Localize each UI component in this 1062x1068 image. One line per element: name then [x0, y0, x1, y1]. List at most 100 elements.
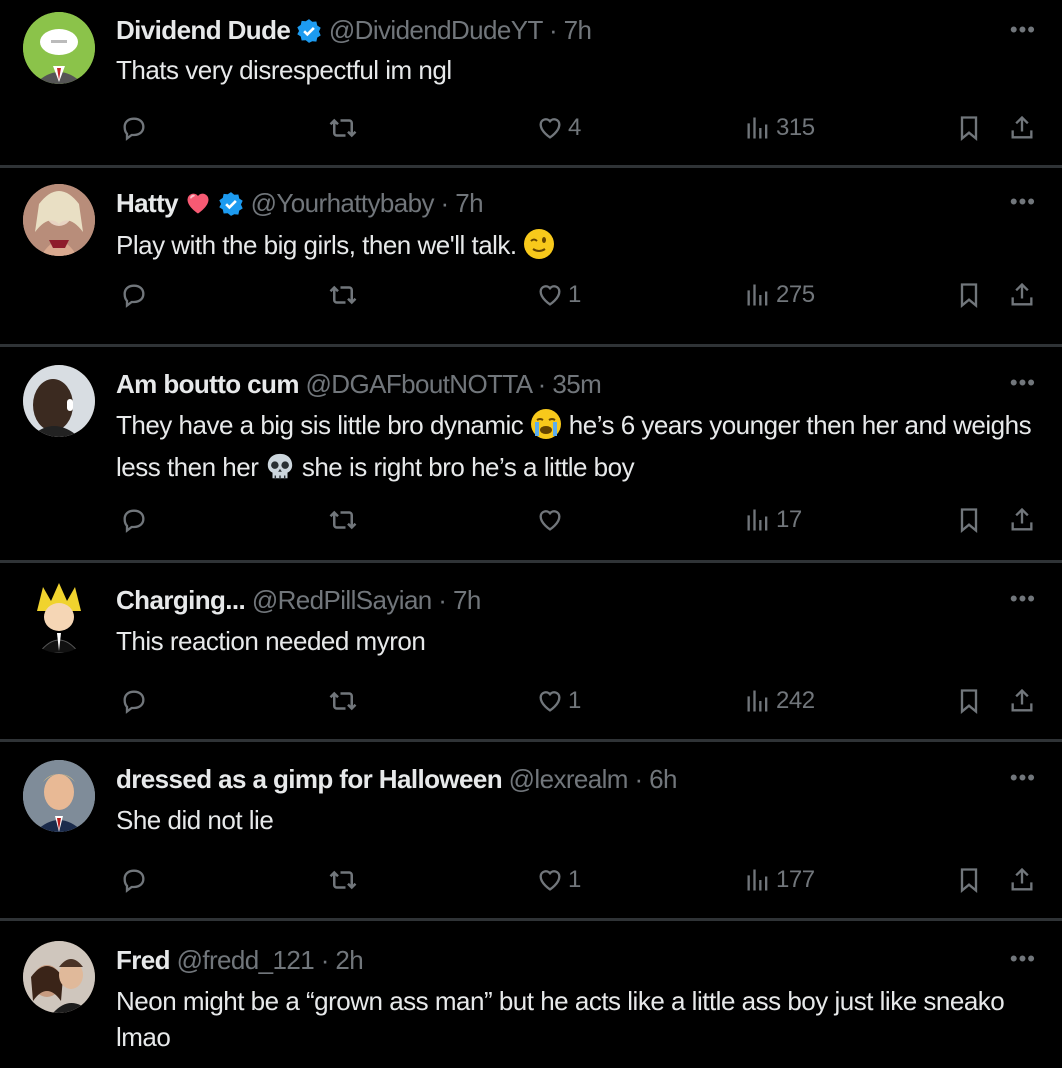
more-icon[interactable]: •••: [1010, 588, 1036, 610]
handle-timestamp[interactable]: @DGAFboutNOTTA · 35m: [305, 369, 601, 399]
bookmark-icon: [955, 114, 983, 142]
like-button[interactable]: 1: [536, 860, 581, 900]
like-count: 1: [568, 281, 581, 308]
display-name[interactable]: dressed as a gimp for Halloween: [116, 764, 503, 794]
verified-badge-icon: [296, 18, 322, 51]
views-button[interactable]: 177: [744, 860, 815, 900]
reply-button[interactable]: [120, 860, 148, 900]
tweet[interactable]: Hatty @Yourhattybaby · 7h ••• Play with …: [0, 168, 1062, 347]
avatar[interactable]: [23, 941, 95, 1013]
like-button[interactable]: [536, 500, 568, 540]
avatar[interactable]: [23, 365, 95, 437]
reply-feed: Dividend Dude @DividendDudeYT · 7h ••• T…: [0, 0, 1062, 1068]
more-icon[interactable]: •••: [1010, 372, 1036, 394]
retweet-button[interactable]: [328, 275, 358, 315]
tweet-header: dressed as a gimp for Halloween @lexreal…: [116, 763, 1002, 795]
like-icon: [536, 687, 564, 715]
retweet-button[interactable]: [328, 500, 358, 540]
retweet-icon: [328, 280, 358, 310]
reply-icon: [120, 114, 148, 142]
reply-button[interactable]: [120, 681, 148, 721]
display-name[interactable]: Am boutto cum: [116, 369, 299, 399]
views-button[interactable]: 17: [744, 500, 802, 540]
tweet-actions: 4 315: [0, 108, 1062, 148]
tweet-header: Am boutto cum @DGAFboutNOTTA · 35m: [116, 368, 1002, 400]
share-button[interactable]: [1008, 681, 1036, 721]
retweet-button[interactable]: [328, 108, 358, 148]
view-count: 177: [776, 866, 815, 893]
views-button[interactable]: 275: [744, 275, 815, 315]
view-count: 315: [776, 114, 815, 141]
views-icon: [744, 281, 772, 309]
tweet-actions: 1 177: [0, 860, 1062, 900]
display-name[interactable]: Charging...: [116, 585, 246, 615]
tweet-text-part: They have a big sis little bro dynamic: [116, 410, 524, 440]
share-button[interactable]: [1008, 275, 1036, 315]
retweet-button[interactable]: [328, 681, 358, 721]
tweet[interactable]: Fred @fredd_121 · 2h ••• Neon might be a…: [0, 921, 1062, 1068]
share-icon: [1008, 506, 1036, 534]
more-icon[interactable]: •••: [1010, 19, 1036, 41]
display-name[interactable]: Fred: [116, 945, 171, 975]
retweet-icon: [328, 113, 358, 143]
reply-icon: [120, 866, 148, 894]
handle-timestamp[interactable]: @lexrealm · 6h: [509, 764, 678, 794]
tweet-text: Play with the big girls, then we'll talk…: [116, 227, 1038, 269]
more-icon[interactable]: •••: [1010, 767, 1036, 789]
share-icon: [1008, 866, 1036, 894]
handle-timestamp[interactable]: @RedPillSayian · 7h: [252, 585, 481, 615]
bookmark-button[interactable]: [955, 681, 983, 721]
tweet-text-part: she is right bro he’s a little boy: [301, 452, 635, 482]
tweet[interactable]: Charging... @RedPillSayian · 7h ••• This…: [0, 563, 1062, 742]
bookmark-button[interactable]: [955, 500, 983, 540]
more-icon[interactable]: •••: [1010, 948, 1036, 970]
avatar[interactable]: [23, 581, 95, 653]
reply-icon: [120, 281, 148, 309]
reply-button[interactable]: [120, 275, 148, 315]
views-button[interactable]: 315: [744, 108, 815, 148]
reply-button[interactable]: [120, 500, 148, 540]
avatar[interactable]: [23, 760, 95, 832]
retweet-icon: [328, 686, 358, 716]
tweet-actions: 1 242: [0, 681, 1062, 721]
more-icon[interactable]: •••: [1010, 191, 1036, 213]
reply-icon: [120, 687, 148, 715]
bookmark-button[interactable]: [955, 275, 983, 315]
bookmark-button[interactable]: [955, 860, 983, 900]
avatar[interactable]: [23, 184, 95, 256]
reply-button[interactable]: [120, 108, 148, 148]
like-count: 1: [568, 687, 581, 714]
tweet-text: They have a big sis little bro dynamic h…: [116, 407, 1038, 491]
tweet-text: Neon might be a “grown ass man” but he a…: [116, 986, 1005, 1052]
handle-timestamp[interactable]: @fredd_121 · 2h: [177, 945, 364, 975]
share-button[interactable]: [1008, 108, 1036, 148]
tweet-header: Charging... @RedPillSayian · 7h: [116, 584, 1002, 616]
display-name[interactable]: Hatty: [116, 188, 179, 218]
views-button[interactable]: 242: [744, 681, 815, 721]
tweet[interactable]: Dividend Dude @DividendDudeYT · 7h ••• T…: [0, 0, 1062, 168]
handle-timestamp[interactable]: @DividendDudeYT · 7h: [329, 15, 592, 45]
display-name[interactable]: Dividend Dude: [116, 15, 291, 45]
tweet[interactable]: Am boutto cum @DGAFboutNOTTA · 35m ••• T…: [0, 347, 1062, 563]
views-icon: [744, 506, 772, 534]
tweet-header: Dividend Dude @DividendDudeYT · 7h: [116, 14, 1002, 51]
views-icon: [744, 114, 772, 142]
share-button[interactable]: [1008, 500, 1036, 540]
like-button[interactable]: 4: [536, 108, 581, 148]
share-button[interactable]: [1008, 860, 1036, 900]
retweet-button[interactable]: [328, 860, 358, 900]
tweet[interactable]: dressed as a gimp for Halloween @lexreal…: [0, 742, 1062, 921]
retweet-icon: [328, 505, 358, 535]
tweet-text-content: Play with the big girls, then we'll talk…: [116, 230, 517, 260]
tweet-header: Hatty @Yourhattybaby · 7h: [116, 187, 1002, 224]
like-icon: [536, 114, 564, 142]
like-button[interactable]: 1: [536, 275, 581, 315]
bookmark-icon: [955, 506, 983, 534]
handle-timestamp[interactable]: @Yourhattybaby · 7h: [251, 188, 484, 218]
retweet-icon: [328, 865, 358, 895]
avatar[interactable]: [23, 12, 95, 84]
reply-icon: [120, 506, 148, 534]
bookmark-icon: [955, 687, 983, 715]
bookmark-button[interactable]: [955, 108, 983, 148]
like-button[interactable]: 1: [536, 681, 581, 721]
